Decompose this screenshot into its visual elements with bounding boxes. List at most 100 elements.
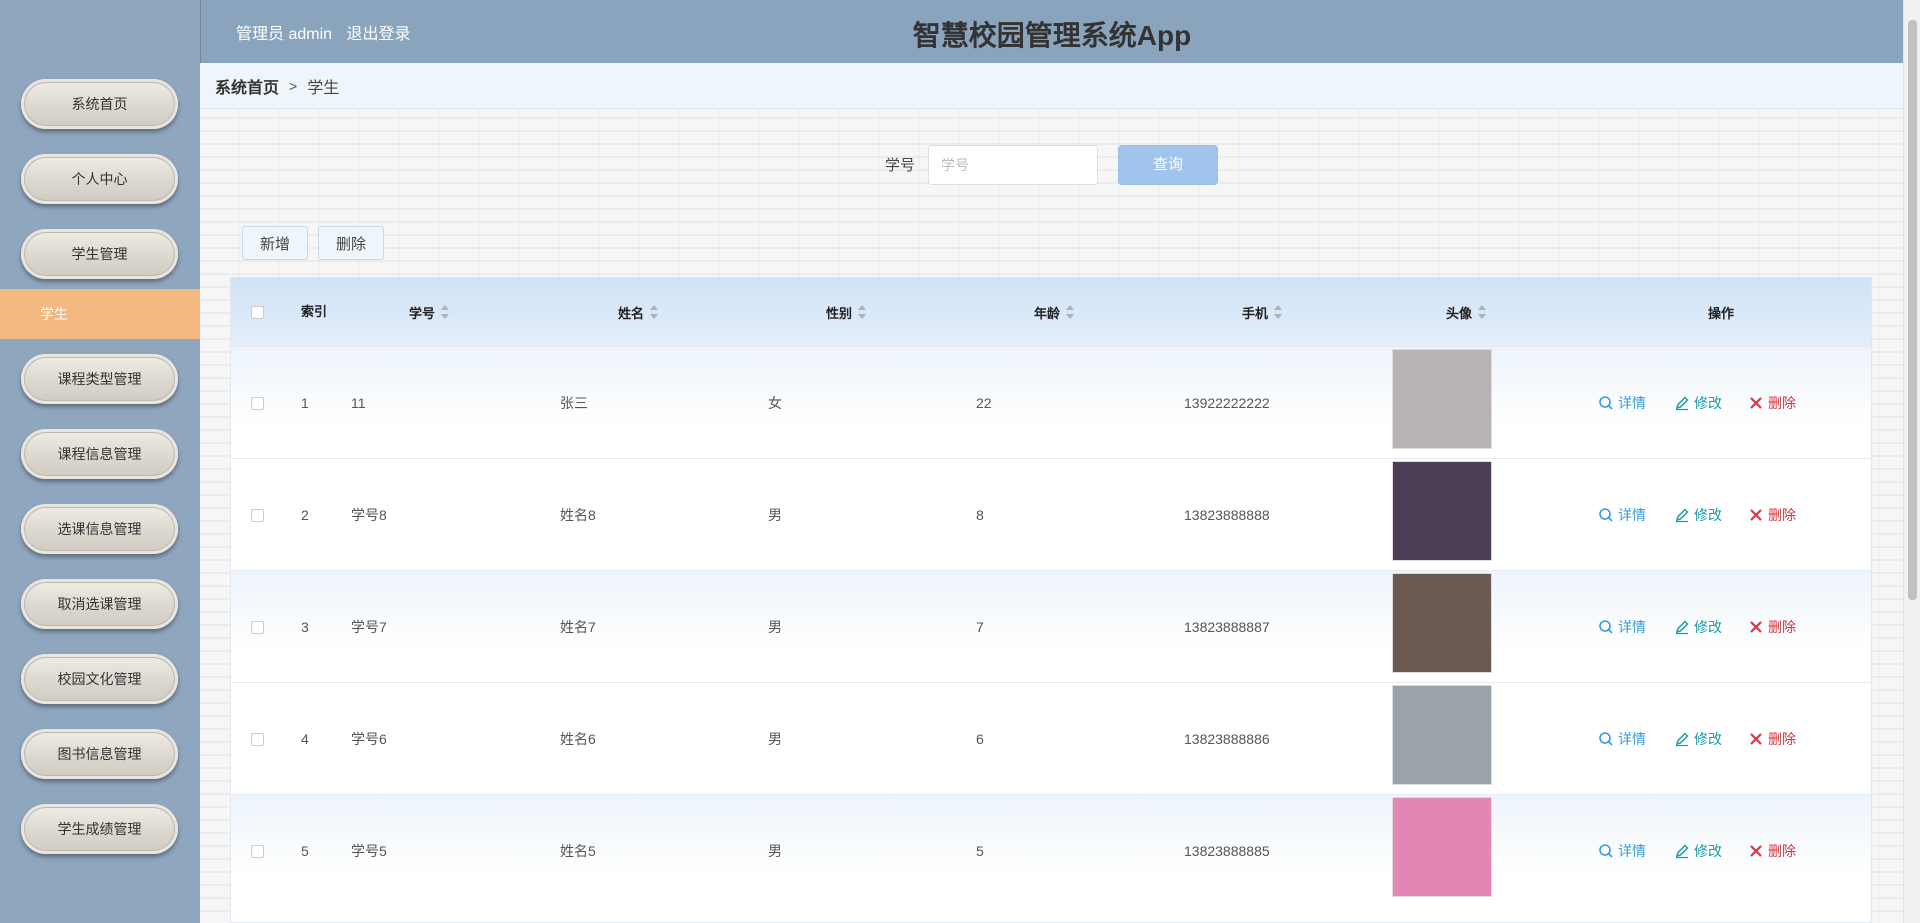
student-avatar[interactable] [1392, 797, 1492, 897]
sidebar-item-label: 图书信息管理 [57, 746, 142, 762]
cell-student-id: 学号8 [351, 507, 387, 523]
delete-label: 删除 [1768, 731, 1796, 747]
cell-student-id: 学号6 [351, 731, 387, 747]
add-button[interactable]: 新增 [242, 226, 308, 260]
sidebar-item-label: 课程类型管理 [57, 371, 142, 387]
edit-link[interactable]: 修改 [1674, 683, 1722, 795]
detail-link[interactable]: 详情 [1598, 347, 1646, 459]
detail-label: 详情 [1618, 731, 1646, 747]
sidebar-item-course-type[interactable]: 课程类型管理 [21, 354, 178, 404]
edit-link[interactable]: 修改 [1674, 571, 1722, 683]
sort-icon[interactable] [858, 305, 867, 319]
sidebar-item-profile[interactable]: 个人中心 [21, 154, 178, 204]
delete-link[interactable]: 删除 [1748, 459, 1796, 571]
delete-link[interactable]: 删除 [1748, 683, 1796, 795]
student-avatar[interactable] [1392, 573, 1492, 673]
table-row: 3 学号7 姓名7 男 7 13823888887 详情 修改 删除 [231, 570, 1871, 682]
search-button[interactable]: 查询 [1118, 145, 1218, 185]
cell-phone: 13922222222 [1184, 395, 1270, 411]
edit-label: 修改 [1694, 395, 1722, 411]
detail-link[interactable]: 详情 [1598, 795, 1646, 907]
student-avatar[interactable] [1392, 349, 1492, 449]
col-name-label: 姓名 [618, 305, 645, 321]
search-label: 学号 [885, 157, 916, 174]
detail-link[interactable]: 详情 [1598, 571, 1646, 683]
row-checkbox[interactable] [251, 620, 264, 634]
detail-link[interactable]: 详情 [1598, 459, 1646, 571]
delete-link[interactable]: 删除 [1748, 347, 1796, 459]
sort-icon[interactable] [1274, 305, 1283, 319]
cell-gender: 男 [768, 731, 782, 747]
sidebar-item-campus-culture[interactable]: 校园文化管理 [21, 654, 178, 704]
sidebar-item-student-management[interactable]: 学生管理 [21, 229, 178, 279]
student-id-search-input[interactable] [928, 145, 1098, 185]
delete-link[interactable]: 删除 [1748, 795, 1796, 907]
sort-icon[interactable] [650, 305, 659, 319]
sidebar-item-enrollment[interactable]: 选课信息管理 [21, 504, 178, 554]
col-age[interactable]: 年龄 [1034, 278, 1075, 346]
delete-link[interactable]: 删除 [1748, 571, 1796, 683]
batch-delete-button[interactable]: 删除 [318, 226, 384, 260]
student-avatar[interactable] [1392, 461, 1492, 561]
breadcrumb-home[interactable]: 系统首页 [215, 74, 279, 98]
sort-icon[interactable] [441, 305, 450, 319]
cell-index: 5 [301, 843, 309, 859]
cell-gender: 男 [768, 619, 782, 635]
delete-label: 删除 [1768, 507, 1796, 523]
student-avatar[interactable] [1392, 685, 1492, 785]
edit-link[interactable]: 修改 [1674, 795, 1722, 907]
row-checkbox-cell [251, 795, 264, 907]
top-header: 管理员 admin 退出登录 智慧校园管理系统App [200, 0, 1903, 63]
row-checkbox[interactable] [251, 844, 264, 858]
sidebar-item-cancel-enrollment[interactable]: 取消选课管理 [21, 579, 178, 629]
sidebar-item-grades[interactable]: 学生成绩管理 [21, 804, 178, 854]
col-index: 索引 [301, 304, 328, 319]
scrollbar-thumb[interactable] [1908, 20, 1917, 600]
search-icon [1599, 844, 1613, 858]
sidebar-item-label: 系统首页 [71, 96, 128, 112]
close-icon [1750, 733, 1762, 745]
cell-index: 3 [301, 619, 309, 635]
detail-label: 详情 [1618, 619, 1646, 635]
detail-link[interactable]: 详情 [1598, 683, 1646, 795]
search-icon [1599, 732, 1613, 746]
cell-phone: 13823888886 [1184, 731, 1270, 747]
sidebar-item-label: 学生 [40, 306, 68, 322]
search-icon [1599, 620, 1613, 634]
cell-student-id: 11 [351, 395, 366, 411]
edit-link[interactable]: 修改 [1674, 347, 1722, 459]
select-all-checkbox[interactable] [251, 305, 264, 319]
cell-index: 4 [301, 731, 309, 747]
edit-link[interactable]: 修改 [1674, 459, 1722, 571]
row-checkbox[interactable] [251, 732, 264, 746]
col-gender[interactable]: 性别 [826, 278, 867, 346]
cell-name: 姓名8 [560, 507, 596, 523]
cell-name: 姓名5 [560, 843, 596, 859]
row-checkbox[interactable] [251, 508, 264, 522]
close-icon [1750, 397, 1762, 409]
sort-icon[interactable] [1478, 305, 1487, 319]
sidebar-item-library[interactable]: 图书信息管理 [21, 729, 178, 779]
col-phone[interactable]: 手机 [1242, 278, 1283, 346]
vertical-scrollbar[interactable] [1903, 0, 1920, 923]
cell-age: 7 [976, 619, 984, 635]
sidebar-item-student[interactable]: 学生 [0, 289, 200, 339]
row-checkbox-cell [251, 347, 264, 459]
delete-label: 删除 [1768, 843, 1796, 859]
cell-age: 6 [976, 731, 984, 747]
col-phone-label: 手机 [1242, 305, 1269, 321]
col-name[interactable]: 姓名 [618, 278, 659, 346]
search-icon [1599, 508, 1613, 522]
cell-gender: 男 [768, 843, 782, 859]
edit-icon [1675, 620, 1689, 635]
row-checkbox[interactable] [251, 396, 264, 410]
table-row: 2 学号8 姓名8 男 8 13823888888 详情 修改 删除 [231, 458, 1871, 570]
col-student-id[interactable]: 学号 [409, 278, 450, 346]
sidebar-item-course-info[interactable]: 课程信息管理 [21, 429, 178, 479]
sort-icon[interactable] [1066, 305, 1075, 319]
cell-phone: 13823888888 [1184, 507, 1270, 523]
col-avatar[interactable]: 头像 [1446, 278, 1487, 346]
sidebar-item-label: 学生管理 [71, 246, 128, 262]
cell-name: 姓名7 [560, 619, 596, 635]
sidebar-item-home[interactable]: 系统首页 [21, 79, 178, 129]
